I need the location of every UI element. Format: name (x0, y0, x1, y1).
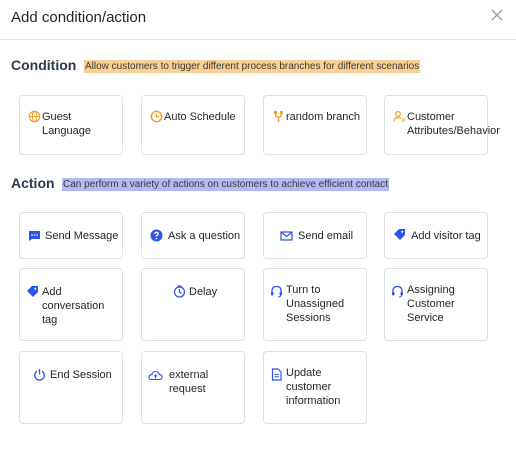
condition-customer-attributes[interactable]: Customer Attributes/Behavior (384, 95, 500, 155)
card-label: Add visitor tag (411, 230, 481, 242)
dialog-header: Add condition/action (0, 0, 516, 40)
action-add-visitor-tag[interactable]: Add visitor tag (384, 212, 488, 259)
action-delay[interactable]: Delay (141, 268, 245, 341)
tag-icon (393, 228, 406, 241)
branch-icon (272, 110, 285, 123)
card-label: Ask a question (168, 230, 241, 242)
card-label: Delay (189, 286, 218, 298)
condition-guest-language[interactable]: Guest Language (19, 95, 123, 155)
card-label: Auto Schedule (164, 111, 236, 123)
card-label: Assigning Customer Service (407, 284, 455, 324)
document-icon (270, 368, 283, 381)
card-label: Customer Attributes/Behavior (407, 111, 500, 137)
add-condition-action-dialog: Add condition/action Condition Allow cus… (0, 0, 516, 450)
tag-icon (26, 285, 39, 298)
action-ask-question[interactable]: Ask a question (141, 212, 245, 259)
card-label: Turn to Unassigned Sessions (286, 284, 345, 324)
card-label: Guest Language (42, 111, 91, 137)
card-label: End Session (50, 369, 112, 381)
card-label: Send email (298, 230, 354, 242)
headset-icon (391, 285, 404, 298)
email-icon (280, 229, 293, 242)
clock-icon (150, 110, 163, 123)
card-label: Update customer information (286, 367, 341, 407)
card-label: external request (169, 369, 209, 395)
condition-auto-schedule[interactable]: Auto Schedule (141, 95, 245, 155)
action-add-conversation-tag[interactable]: Add conversation tag (19, 268, 123, 341)
condition-random-branch[interactable]: random branch (263, 95, 367, 155)
action-end-session[interactable]: End Session (19, 351, 123, 424)
card-label: Send Message (45, 230, 119, 242)
action-send-email[interactable]: Send email (263, 212, 367, 259)
headset-icon (270, 285, 283, 298)
action-update-customer-information[interactable]: Update customer information (263, 351, 367, 424)
action-section-title: Action (11, 175, 55, 191)
action-turn-to-unassigned[interactable]: Turn to Unassigned Sessions (263, 268, 367, 341)
power-icon (33, 368, 46, 381)
condition-hint: Allow customers to trigger different pro… (84, 60, 421, 73)
dialog-title: Add condition/action (11, 9, 147, 26)
card-label: Add conversation tag (42, 286, 105, 326)
action-send-message[interactable]: Send Message (19, 212, 123, 259)
message-icon (28, 229, 41, 242)
condition-section-title: Condition (11, 57, 77, 73)
user-attribute-icon (393, 110, 406, 123)
action-hint: Can perform a variety of actions on cust… (62, 178, 389, 191)
cloud-icon (148, 369, 163, 382)
card-label: random branch (286, 111, 360, 123)
question-icon (150, 229, 163, 242)
close-icon[interactable] (490, 8, 504, 22)
timer-icon (173, 285, 186, 298)
globe-icon (28, 110, 41, 123)
action-assigning-customer-service[interactable]: Assigning Customer Service (384, 268, 488, 341)
action-external-request[interactable]: external request (141, 351, 245, 424)
